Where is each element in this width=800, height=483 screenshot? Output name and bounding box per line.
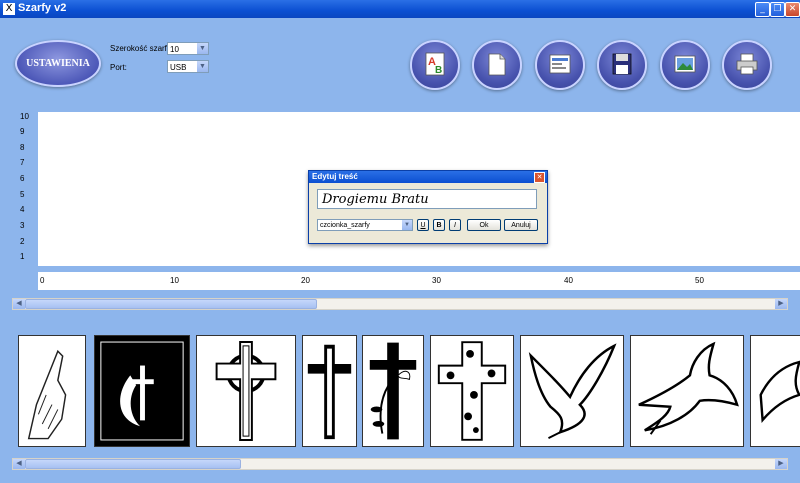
open-document-button[interactable] <box>535 40 585 90</box>
gallery-item-celtic-cross[interactable] <box>196 335 296 447</box>
ruler-tick: 7 <box>20 158 25 167</box>
save-button[interactable] <box>597 40 647 90</box>
chevron-down-icon[interactable]: ▼ <box>197 61 208 72</box>
scroll-right-icon[interactable]: ▶ <box>775 299 787 309</box>
symbol-gallery <box>12 328 800 454</box>
gallery-item-dove-flying[interactable] <box>630 335 744 447</box>
title-bar: X Szarfy v2 _ ❐ ✕ <box>0 0 800 18</box>
vertical-ruler: 10 9 8 7 6 5 4 3 2 1 <box>18 112 32 266</box>
scroll-thumb[interactable] <box>25 299 317 309</box>
scroll-right-icon[interactable]: ▶ <box>775 459 787 469</box>
width-label: Szerokość szarfy: <box>110 44 174 53</box>
settings-button[interactable]: USTAWIENIA <box>15 40 101 87</box>
gallery-item-cross-lily[interactable] <box>362 335 424 447</box>
ruler-tick: 6 <box>20 174 25 183</box>
ruler-tick: 30 <box>432 276 441 285</box>
font-value: czcionka_szarfy <box>320 222 370 229</box>
maximize-button[interactable]: ❐ <box>770 2 785 17</box>
ruler-tick: 2 <box>20 237 25 246</box>
underline-button[interactable]: U <box>417 219 429 231</box>
ok-button[interactable]: Ok <box>467 219 501 231</box>
window-title: Szarfy v2 <box>18 2 67 14</box>
ruler-tick: 1 <box>20 252 25 261</box>
ribbon-icon: X <box>3 3 15 15</box>
new-document-icon <box>488 53 506 76</box>
ruler-tick: 10 <box>20 112 29 121</box>
scroll-thumb[interactable] <box>25 459 241 469</box>
ribbon-text-input[interactable]: Drogiemu Bratu <box>317 189 537 209</box>
italic-button[interactable]: I <box>449 219 461 231</box>
ruler-tick: 0 <box>40 276 45 285</box>
dove-flying-icon <box>638 341 739 435</box>
gallery-item-flower-cross[interactable] <box>430 335 514 447</box>
print-button[interactable] <box>722 40 772 90</box>
close-button[interactable]: ✕ <box>785 2 800 17</box>
church-cross-flame-icon <box>100 341 184 441</box>
dove-partial-icon <box>759 360 800 424</box>
edit-text-dialog: Edytuj treść ✕ Drogiemu Bratu czcionka_s… <box>308 170 548 244</box>
gallery-item-church-cross[interactable] <box>94 335 190 447</box>
dove-olive-branch-icon <box>528 343 617 439</box>
ruler-tick: 9 <box>20 127 25 136</box>
ruler-tick: 8 <box>20 143 25 152</box>
latin-cross-icon <box>307 344 352 440</box>
svg-text:B: B <box>435 65 442 76</box>
close-icon[interactable]: ✕ <box>534 172 545 183</box>
save-disk-icon <box>612 53 632 75</box>
port-select[interactable]: USB ▼ <box>167 60 209 73</box>
praying-hands-icon <box>27 349 67 440</box>
canvas-scrollbar[interactable]: ◀ ▶ <box>12 298 788 310</box>
image-insert-icon <box>674 55 696 73</box>
port-value: USB <box>170 63 187 72</box>
celtic-cross-icon <box>215 341 277 441</box>
printer-icon <box>736 53 758 75</box>
open-document-icon <box>549 54 571 74</box>
cancel-button[interactable]: Anuluj <box>504 219 538 231</box>
ruler-tick: 20 <box>301 276 310 285</box>
gallery-item-dove-partial[interactable] <box>750 335 800 447</box>
font-text-icon: A B <box>425 52 445 76</box>
ruler-tick: 3 <box>20 221 25 230</box>
scroll-left-icon[interactable]: ◀ <box>13 459 25 469</box>
horizontal-ruler: 0 10 20 30 40 50 <box>38 272 800 290</box>
insert-image-button[interactable] <box>660 40 710 90</box>
flower-cross-icon <box>437 341 507 441</box>
bold-button[interactable]: B <box>433 219 445 231</box>
port-label: Port: <box>110 63 127 72</box>
ruler-tick: 50 <box>695 276 704 285</box>
chevron-down-icon[interactable]: ▼ <box>197 43 208 54</box>
new-document-button[interactable] <box>472 40 522 90</box>
cross-with-lily-icon <box>369 342 417 440</box>
dialog-title-bar: Edytuj treść ✕ <box>309 171 547 183</box>
scroll-left-icon[interactable]: ◀ <box>13 299 25 309</box>
gallery-item-dove-olive[interactable] <box>520 335 624 447</box>
ruler-tick: 40 <box>564 276 573 285</box>
ruler-tick: 10 <box>170 276 179 285</box>
chevron-down-icon[interactable]: ▼ <box>402 220 412 230</box>
ruler-tick: 4 <box>20 205 25 214</box>
minimize-button[interactable]: _ <box>755 2 770 17</box>
dialog-title: Edytuj treść <box>312 172 358 181</box>
font-select[interactable]: czcionka_szarfy ▼ <box>317 219 413 231</box>
gallery-item-latin-cross[interactable] <box>302 335 357 447</box>
gallery-item-praying-hands[interactable] <box>18 335 86 447</box>
width-value: 10 <box>170 45 179 54</box>
gallery-scrollbar[interactable]: ◀ ▶ <box>12 458 788 470</box>
ruler-tick: 5 <box>20 190 25 199</box>
width-select[interactable]: 10 ▼ <box>167 42 209 55</box>
font-text-button[interactable]: A B <box>410 40 460 90</box>
